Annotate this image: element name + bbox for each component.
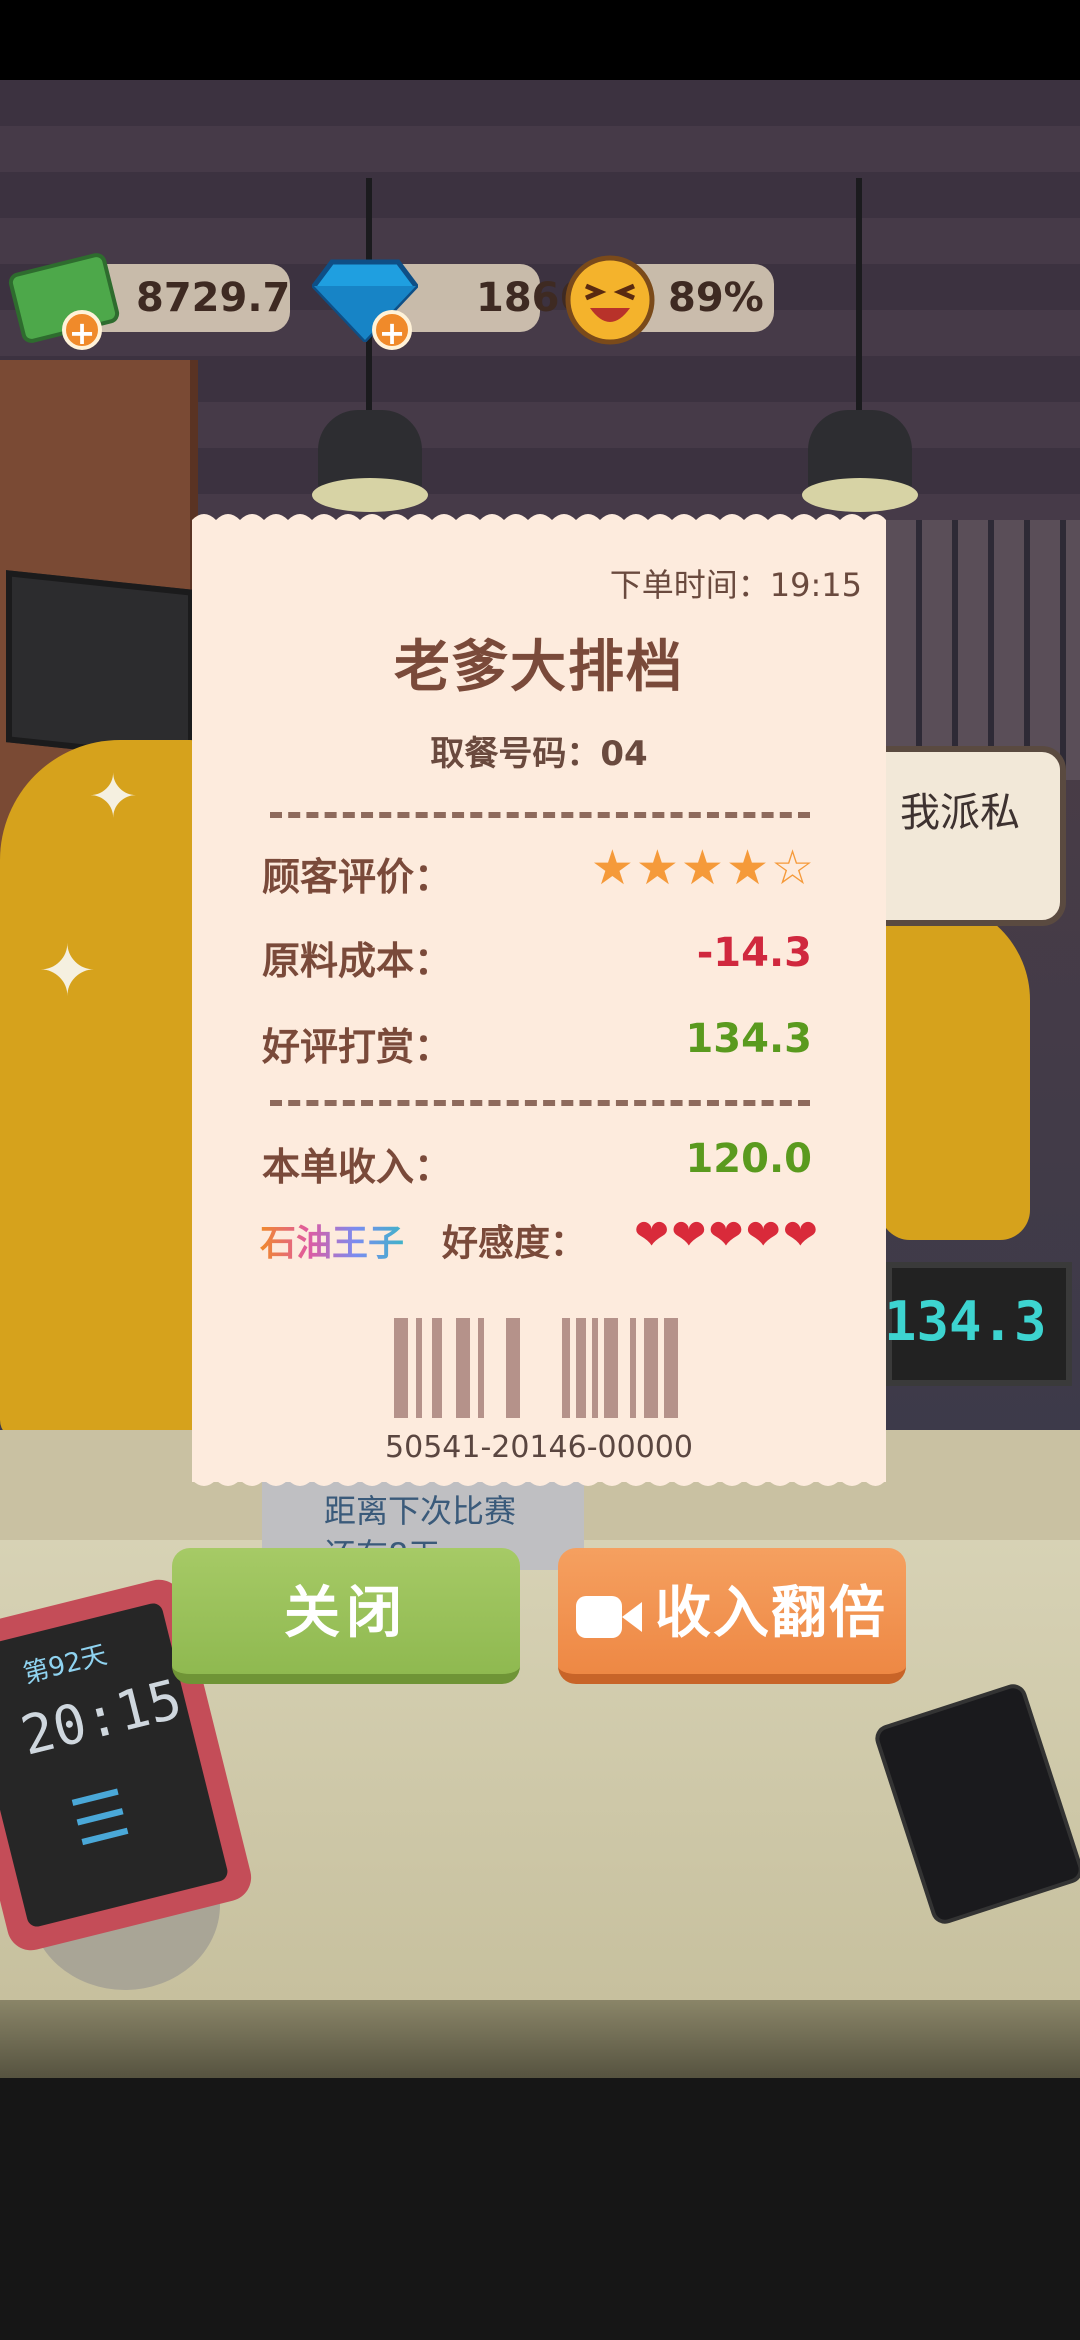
cash-value: 8729.7: [136, 275, 291, 321]
register-display-value: 134.3: [884, 1290, 1047, 1353]
back-window: [886, 520, 1080, 780]
lamp-light-left: [312, 478, 428, 512]
heart-icon: ❤: [633, 1210, 672, 1259]
add-diamonds-button[interactable]: +: [372, 310, 412, 352]
sparkle-icon: ✦: [88, 762, 139, 832]
pickup-value: 04: [600, 734, 648, 774]
star-filled-icon: ★: [680, 840, 726, 896]
income-label: 本单收入：: [262, 1145, 453, 1189]
sparkle-icon: ✦: [38, 930, 97, 1012]
laughing-face-icon: [565, 255, 655, 345]
order-time-value: 19:15: [769, 566, 862, 604]
rating-label: 顾客评价：: [262, 855, 453, 899]
satisfaction-value: 89%: [668, 275, 764, 321]
wall-tv: [6, 570, 194, 762]
barcode: [394, 1318, 678, 1418]
tip-value: 134.3: [685, 1016, 812, 1062]
income-value: 120.0: [685, 1136, 812, 1182]
countdown-line1: 距离下次比赛: [324, 1492, 517, 1530]
rating-stars: ★★★★☆: [591, 840, 816, 896]
divider: [270, 1100, 810, 1106]
close-button-label: 关闭: [284, 1581, 408, 1646]
star-filled-icon: ★: [635, 840, 681, 896]
customer-name: 石油王子: [260, 1214, 404, 1266]
close-button[interactable]: 关闭: [172, 1548, 520, 1684]
shop-name: 老爹大排档: [394, 635, 684, 700]
order-time-label: 下单时间：: [609, 566, 770, 604]
tip-label: 好评打赏：: [262, 1025, 453, 1069]
pickup-number: 取餐号码：04: [192, 726, 886, 775]
video-camera-icon: [576, 1596, 642, 1638]
speech-bubble-text: 我派私: [900, 790, 1020, 836]
affection-hearts: ❤❤❤❤❤: [634, 1210, 820, 1259]
order-time: 下单时间：19:15: [610, 560, 862, 606]
star-filled-icon: ★: [725, 840, 771, 896]
counter-edge: [0, 2000, 1080, 2080]
double-income-label: 收入翻倍: [655, 1581, 887, 1646]
lamp-light-right: [802, 478, 918, 512]
add-cash-button[interactable]: +: [62, 310, 102, 352]
customer-hair-right: [880, 900, 1030, 1240]
order-receipt: 下单时间：19:15 老爹大排档 取餐号码：04 顾客评价： ★★★★☆ 原料成…: [192, 514, 886, 1486]
heart-icon: ❤: [671, 1210, 709, 1259]
cost-value: -14.3: [696, 930, 812, 976]
affection-label: 好感度：: [442, 1223, 587, 1264]
heart-icon: ❤: [782, 1210, 820, 1259]
heart-icon: ❤: [708, 1210, 746, 1259]
status-bar-area: [0, 0, 1080, 80]
barcode-number: 50541-20146-00000: [385, 1430, 693, 1465]
lamp-cord-right: [856, 178, 862, 418]
divider: [270, 812, 810, 818]
star-filled-icon: ★: [590, 840, 636, 896]
star-empty-icon: ☆: [770, 840, 816, 896]
bottom-black-area: [0, 2078, 1080, 2340]
cost-label: 原料成本：: [262, 939, 453, 983]
receipt-bottom-edge: [192, 1470, 886, 1486]
pickup-label: 取餐号码：: [430, 734, 601, 774]
heart-icon: ❤: [745, 1210, 783, 1259]
receipt-top-edge: [192, 514, 886, 530]
game-scene: ✦ ✦ 我派私 134.3 距离下次比赛 还有8天 第92天 20:15 ☰ 8…: [0, 0, 1080, 2340]
